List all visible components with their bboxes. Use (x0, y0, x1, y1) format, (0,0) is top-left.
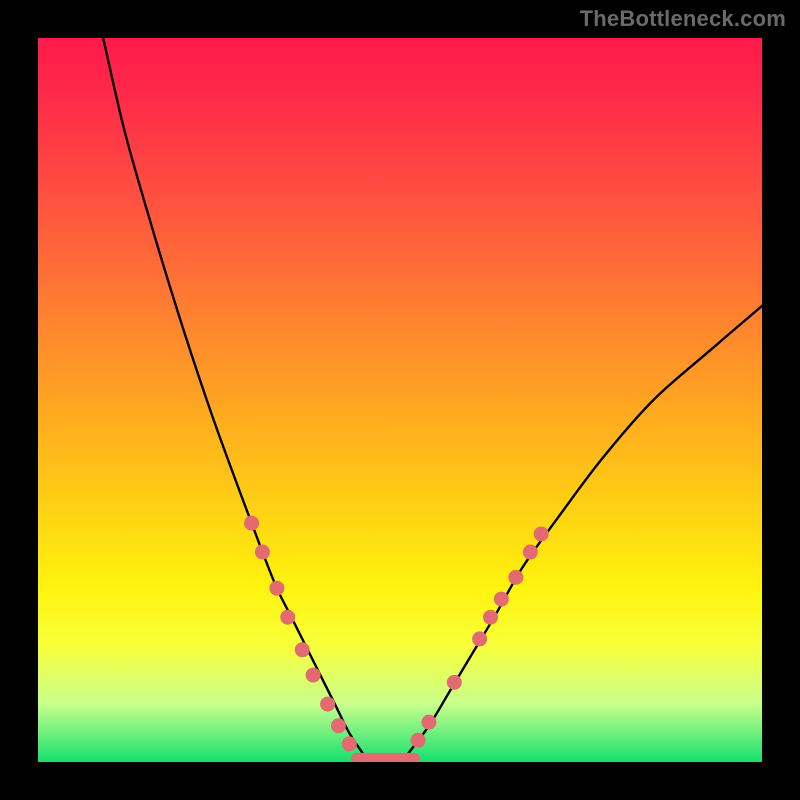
highlight-dot (244, 516, 259, 531)
left-curve (103, 38, 364, 755)
highlight-dot (280, 610, 295, 625)
highlight-dot (421, 715, 436, 730)
dot-group (244, 516, 549, 752)
highlight-dot (306, 668, 321, 683)
highlight-dot (331, 718, 346, 733)
watermark-text: TheBottleneck.com (580, 6, 786, 32)
highlight-dot (508, 570, 523, 585)
highlight-dot (523, 545, 538, 560)
right-curve (407, 306, 762, 755)
highlight-dot (411, 733, 426, 748)
highlight-dot (269, 581, 284, 596)
chart-svg (38, 38, 762, 762)
highlight-dot (472, 631, 487, 646)
highlight-dot (534, 526, 549, 541)
curve-group (103, 38, 762, 755)
highlight-dot (494, 592, 509, 607)
highlight-dot (320, 697, 335, 712)
highlight-dot (447, 675, 462, 690)
highlight-dot (255, 545, 270, 560)
highlight-dot (342, 736, 357, 751)
chart-stage: TheBottleneck.com (0, 0, 800, 800)
highlight-dot (295, 642, 310, 657)
highlight-dot (483, 610, 498, 625)
plot-area (38, 38, 762, 762)
